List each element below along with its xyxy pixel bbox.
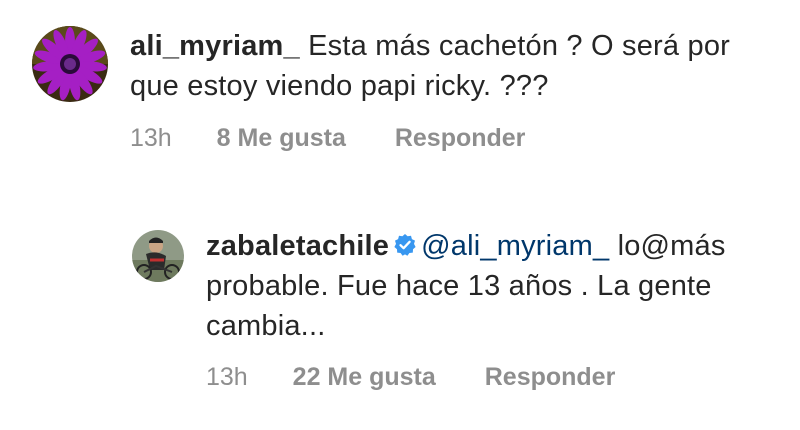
verified-badge-icon: [394, 234, 416, 256]
comment-body: ali_myriam_ Esta más cachetón ? O será p…: [130, 26, 780, 106]
comment-meta: 13h 8 Me gusta Responder: [130, 124, 525, 153]
comment-time: 13h: [130, 124, 172, 152]
comment-username[interactable]: zabaletachile: [206, 230, 389, 262]
reply-button[interactable]: Responder: [395, 124, 526, 153]
comment-username[interactable]: ali_myriam_: [130, 30, 300, 62]
mention-link[interactable]: @ali_myriam_: [421, 230, 609, 262]
comment-body: zabaletachile @ali_myriam_ lo@más probab…: [206, 226, 796, 346]
comment-meta: 13h 22 Me gusta Responder: [206, 363, 615, 392]
likes-count[interactable]: 8 Me gusta: [217, 124, 346, 153]
reply-button[interactable]: Responder: [485, 363, 616, 392]
cyclist-photo-icon: [132, 230, 184, 282]
flower-icon: [32, 26, 108, 102]
user-avatar[interactable]: [32, 26, 108, 102]
likes-count[interactable]: 22 Me gusta: [293, 363, 436, 392]
comment-time: 13h: [206, 363, 248, 391]
user-avatar[interactable]: [132, 230, 184, 282]
